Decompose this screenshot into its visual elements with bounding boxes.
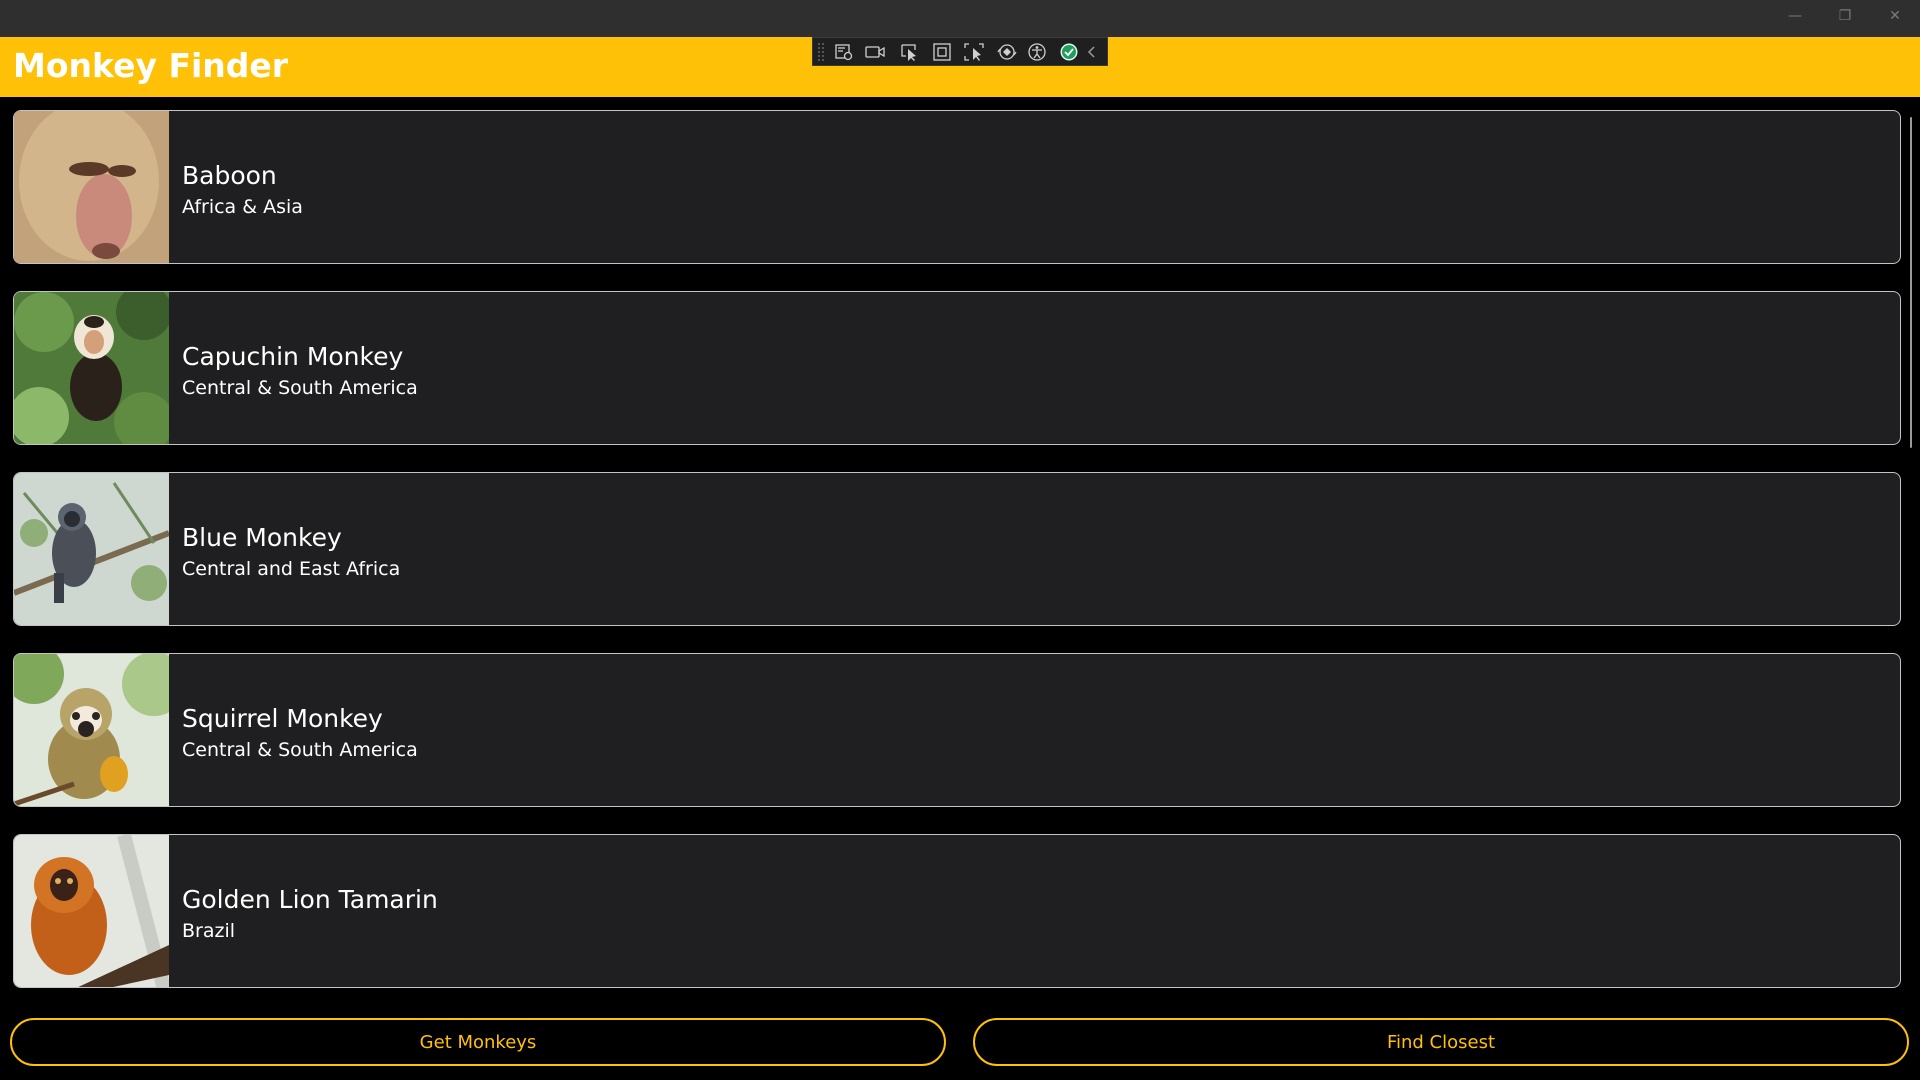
page-title: Monkey Finder (13, 46, 289, 85)
monkey-card[interactable]: Golden Lion Tamarin Brazil (13, 834, 1901, 988)
capuchin-photo (14, 292, 169, 444)
monkey-list[interactable]: Baboon Africa & Asia Capuchin Monkey Cen… (0, 97, 1920, 997)
squirrel-monkey-photo (14, 654, 169, 806)
toolbar-grip-handle[interactable] (817, 42, 825, 62)
xaml-debug-toolbar (812, 37, 1108, 66)
get-monkeys-button[interactable]: Get Monkeys (10, 1018, 946, 1066)
find-closest-button[interactable]: Find Closest (973, 1018, 1909, 1066)
restore-button[interactable]: ❐ (1822, 0, 1868, 32)
minimize-button[interactable]: — (1772, 0, 1818, 32)
monkey-card[interactable]: Capuchin Monkey Central & South America (13, 291, 1901, 445)
monkey-card[interactable]: Blue Monkey Central and East Africa (13, 472, 1901, 626)
monkey-location: Central and East Africa (182, 558, 401, 580)
hot-reload-icon[interactable] (996, 42, 1018, 62)
monkey-location: Central & South America (182, 739, 418, 761)
monkey-name: Golden Lion Tamarin (182, 885, 438, 914)
baboon-photo (14, 111, 169, 263)
display-layout-adorners-icon[interactable] (931, 42, 953, 62)
live-visual-tree-icon[interactable] (833, 42, 855, 62)
collapse-toolbar-icon[interactable] (1085, 42, 1099, 62)
monkey-name: Capuchin Monkey (182, 342, 404, 371)
monkey-name: Blue Monkey (182, 523, 342, 552)
monkey-card[interactable]: Squirrel Monkey Central & South America (13, 653, 1901, 807)
monkey-name: Baboon (182, 161, 277, 190)
list-scrollbar[interactable] (1910, 117, 1912, 448)
close-button[interactable]: ✕ (1872, 0, 1918, 32)
blue-monkey-photo (14, 473, 169, 625)
accessibility-checker-icon[interactable] (1026, 42, 1048, 62)
select-element-icon[interactable] (899, 42, 921, 62)
monkey-location: Brazil (182, 920, 236, 942)
window-title-bar: — ❐ ✕ (0, 0, 1920, 37)
monkey-card[interactable]: Baboon Africa & Asia (13, 110, 1901, 264)
binding-success-icon[interactable] (1058, 42, 1080, 62)
monkey-location: Africa & Asia (182, 196, 303, 218)
monkey-location: Central & South America (182, 377, 418, 399)
track-focus-icon[interactable] (963, 42, 985, 62)
golden-lion-tamarin-photo (14, 835, 169, 987)
record-icon[interactable] (864, 42, 886, 62)
monkey-name: Squirrel Monkey (182, 704, 383, 733)
